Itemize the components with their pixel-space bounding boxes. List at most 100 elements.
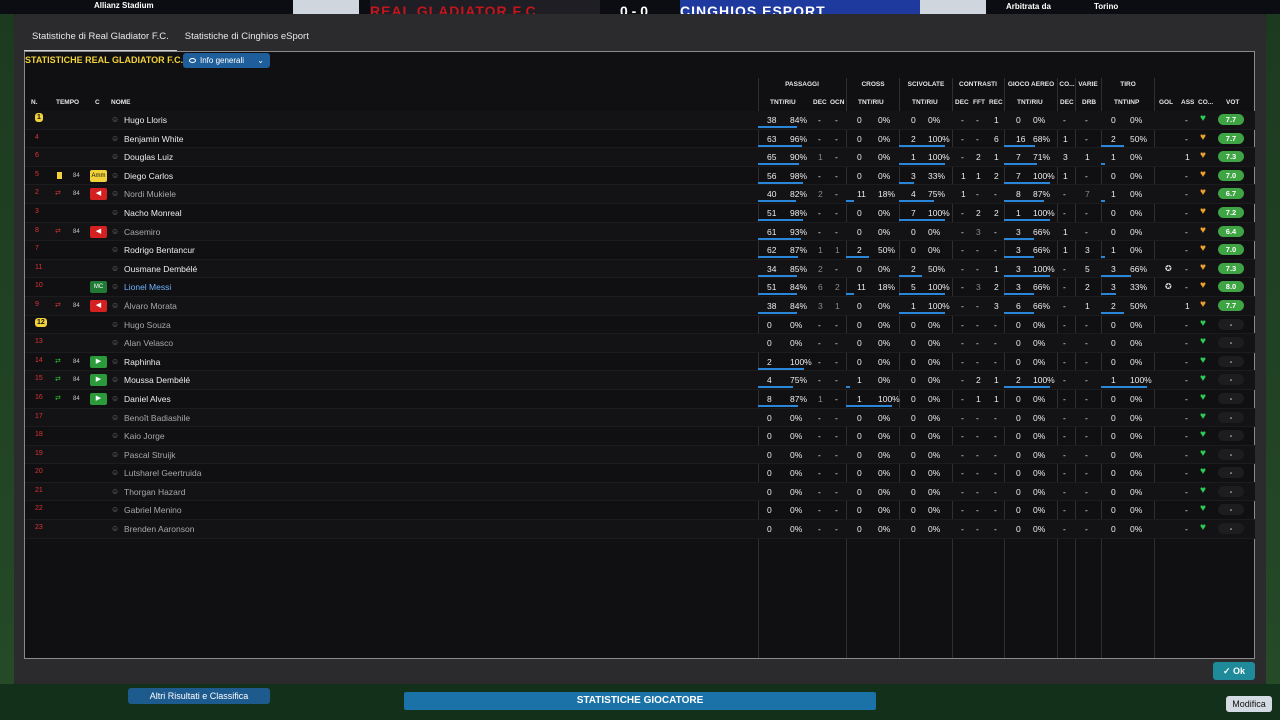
col-con-rec[interactable]: REC <box>989 99 1003 106</box>
table-row[interactable]: 12 ☺ Hugo Souza 0 0% - -0 0% 0 0% - - -0 0% - -0 0% - ♥ - <box>25 316 1255 335</box>
table-row[interactable]: 21 ☺ Thorgan Hazard 0 0% - - 0 0% 0 0% - - - 0 0% - - 0 0% -… <box>25 482 1255 502</box>
col-pass-ocn[interactable]: OCN <box>830 99 844 106</box>
player-name[interactable]: Benjamin White <box>124 134 184 144</box>
sub-off-icon[interactable]: ◀ <box>90 299 107 312</box>
player-name[interactable]: Lionel Messi <box>124 282 171 292</box>
col-tiro-tnt-inp[interactable]: TNT\INP <box>1114 99 1139 106</box>
co-dec: - <box>1063 356 1066 367</box>
sub-on-icon[interactable]: ▶ <box>90 374 107 387</box>
col-con-dec[interactable]: DEC <box>955 99 969 106</box>
player-name[interactable]: Rodrigo Bentancur <box>124 245 195 255</box>
aerial-attempts: 3 <box>1016 263 1021 274</box>
player-name[interactable]: Thorgan Hazard <box>124 487 185 497</box>
player-name[interactable]: Diego Carlos <box>124 171 173 181</box>
player-name[interactable]: Casemiro <box>124 227 160 237</box>
table-row[interactable]: 1 ☺ Hugo Lloris 38 84% - -0 0% 0 0% - -1 0 0% - -0 0% - ♥ 7… <box>25 111 1255 130</box>
table-row[interactable]: 23 ☺ Brenden Aaronson 0 0% - - 0 0% 0 0% - - - 0 0% - - 0 0… <box>25 520 1255 539</box>
tab-home-stats[interactable]: Statistiche di Real Gladiator F.C. <box>24 28 177 52</box>
col-pass-tnt-riu[interactable]: TNT/RIU <box>770 99 796 106</box>
tackle-pct: 100% <box>928 133 950 144</box>
col-co2[interactable]: CO... <box>1198 99 1213 106</box>
player-name[interactable]: Moussa Dembélé <box>124 375 190 385</box>
event-minute: 84 <box>73 191 80 198</box>
table-row[interactable]: 20 ☺ Lutsharel Geertruida 0 0% - - 0 0% 0 0% - - - 0 0%… <box>25 464 1255 483</box>
col-sciv-tnt-riu[interactable]: TNT/RIU <box>912 99 938 106</box>
col-cross-tnt-riu[interactable]: TNT/RIU <box>858 99 884 106</box>
table-row[interactable]: 14 ⇄ 84 ▶ ☺ Raphinha 2 100% - -0 0% 0 0% - - -0 0% - -0 0% -… <box>25 353 1255 372</box>
pass-dec: - <box>818 375 821 386</box>
player-name[interactable]: Lutsharel Geertruida <box>124 468 202 478</box>
pass-attempts: 8 <box>767 393 772 404</box>
contrast-dec: - <box>961 282 964 293</box>
table-row[interactable]: 2 ⇄ 84 ◀ ☺ Nordi Mukiele 40 82% 2-11 18% 4 75% 1- -8 8… <box>25 185 1255 204</box>
table-row[interactable]: 22 ☺ Gabriel Menino 0 0% - - 0 0% 0 0% - - - 0 0% - - 0 0% -… <box>25 501 1255 521</box>
player-stats-button[interactable]: STATISTICHE GIOCATORE <box>404 692 876 710</box>
table-row[interactable]: 5 84 Amm ☺ Diego Carlos 56 98% - -0 0% 3 33% 1 1 2 7 100… <box>25 167 1255 186</box>
table-row[interactable]: 4 ☺ Benjamin White 63 96% - -0 0% 2 100% - -6 16 68% 1… <box>25 130 1255 149</box>
player-name[interactable]: Hugo Lloris <box>124 115 167 125</box>
table-row[interactable]: 16 ⇄ 84 ▶ ☺ Daniel Alves 8 87% 1-1 100% 0 0% -1 1 0 0% -… <box>25 390 1255 409</box>
col-pass-dec[interactable]: DEC <box>813 99 827 106</box>
other-results-button[interactable]: Altri Risultati e Classifica <box>128 688 270 704</box>
shirt-number: 1 <box>35 113 43 122</box>
player-name[interactable]: Daniel Alves <box>124 394 171 404</box>
player-rating: - <box>1218 448 1244 460</box>
tab-away-stats[interactable]: Statistiche di Cinghios eSport <box>177 28 317 52</box>
table-row[interactable]: 8 ⇄ 84 ◀ ☺ Casemiro 61 93% - -0 0% 0 0% -3-3 66% 1-0 0% -… <box>25 222 1255 242</box>
player-name[interactable]: Nordi Mukiele <box>124 189 176 199</box>
table-row[interactable]: 6 ☺ Douglas Luiz 65 90% 1-0 0% 1 100% -2 1 7 71% 3 1 1 0… <box>25 148 1255 167</box>
cross-accuracy-bar <box>846 200 854 203</box>
col-ass[interactable]: ASS <box>1181 99 1194 106</box>
edit-button[interactable]: Modifica <box>1226 696 1272 712</box>
pass-ocn: - <box>835 449 838 460</box>
aerial-attempts: 0 <box>1016 431 1021 442</box>
player-name[interactable]: Alan Velasco <box>124 338 173 348</box>
col-con-fft[interactable]: FFT <box>973 99 985 106</box>
player-name[interactable]: Ousmane Dembélé <box>124 264 197 274</box>
co-dec: - <box>1063 207 1066 218</box>
table-row[interactable]: 19 ☺ Pascal Struijk 0 0% - - 0 0% 0 0% - - - 0 0% - - 0 0% -… <box>25 445 1255 465</box>
col-aereo-tnt-riu[interactable]: TNT/RIU <box>1017 99 1043 106</box>
table-row[interactable]: 18 ☺ Kaio Jorge 0 0% - -0 0% 0 0% - - -0 0% - -0 0% - ♥ - <box>25 427 1255 446</box>
player-name[interactable]: Raphinha <box>124 357 160 367</box>
player-name[interactable]: Benoît Badiashile <box>124 413 190 423</box>
contrast-dec: - <box>961 133 964 144</box>
player-name[interactable]: Gabriel Menino <box>124 505 182 515</box>
player-name[interactable]: Hugo Souza <box>124 320 171 330</box>
col-nome[interactable]: NOME <box>111 99 131 106</box>
player-name[interactable]: Pascal Struijk <box>124 450 176 460</box>
col-c[interactable]: C <box>95 99 100 106</box>
table-row[interactable]: 3 ☺ Nacho Monreal 51 98% - -0 0% 7 100% -2 2 1 100% - -… <box>25 204 1255 223</box>
cross-attempts: 11 <box>857 282 866 293</box>
player-name[interactable]: Álvaro Morata <box>124 301 177 311</box>
col-vot[interactable]: VOT <box>1226 99 1239 106</box>
player-rating: - <box>1218 392 1244 404</box>
player-name[interactable]: Kaio Jorge <box>124 431 165 441</box>
player-name[interactable]: Nacho Monreal <box>124 208 182 218</box>
sub-off-icon[interactable]: ◀ <box>90 225 107 238</box>
view-dropdown[interactable]: Info generali ⌄ <box>183 53 270 68</box>
player-icon: ☺ <box>111 207 120 217</box>
sub-off-icon[interactable]: ◀ <box>90 188 107 201</box>
table-row[interactable]: 7 ☺ Rodrigo Bentancur 62 87% 1 1 2 50% 0 0% - - - 3 66%… <box>25 241 1255 260</box>
ok-button[interactable]: ✓ Ok <box>1213 662 1255 680</box>
table-row[interactable]: 9 ⇄ 84 ◀ ☺ Álvaro Morata 38 84% 3 1 0 0% 1 100% - -3 6 66… <box>25 296 1255 316</box>
player-rating: 7.0 <box>1218 169 1244 181</box>
player-name[interactable]: Brenden Aaronson <box>124 524 194 534</box>
contrast-rec: - <box>994 524 997 535</box>
table-row[interactable]: 17 ☺ Benoît Badiashile 0 0% - - 0 0% 0 0% - - - 0 0% - - 0… <box>25 408 1255 428</box>
sub-on-icon[interactable]: ▶ <box>90 355 107 368</box>
table-row[interactable]: 10 MC ☺ Lionel Messi 51 84% 6 2 11 18% 5 100% -3 2 3 66… <box>25 278 1255 297</box>
col-gol[interactable]: GOL <box>1159 99 1173 106</box>
aerial-pct: 0% <box>1033 115 1046 125</box>
sub-on-icon[interactable]: ▶ <box>90 392 107 405</box>
col-tempo[interactable]: TEMPO <box>56 99 79 106</box>
table-row[interactable]: 11 ☺ Ousmane Dembélé 34 85% 2 - 0 0% 2 50% - - 1 3 100%… <box>25 259 1255 279</box>
table-row[interactable]: 13 ☺ Alan Velasco 0 0% - -0 0% 0 0% - - -0 0% - -0 0% - ♥ - <box>25 334 1255 353</box>
table-row[interactable]: 15 ⇄ 84 ▶ ☺ Moussa Dembélé 4 75% - -1 0% 0 0% -2 1 2 100… <box>25 371 1255 390</box>
player-name[interactable]: Douglas Luiz <box>124 152 173 162</box>
col-n[interactable]: N. <box>31 99 38 106</box>
pass-pct: 96% <box>790 133 808 144</box>
col-var-drb[interactable]: DRB <box>1082 99 1096 106</box>
col-co-dec[interactable]: DEC <box>1060 99 1074 106</box>
